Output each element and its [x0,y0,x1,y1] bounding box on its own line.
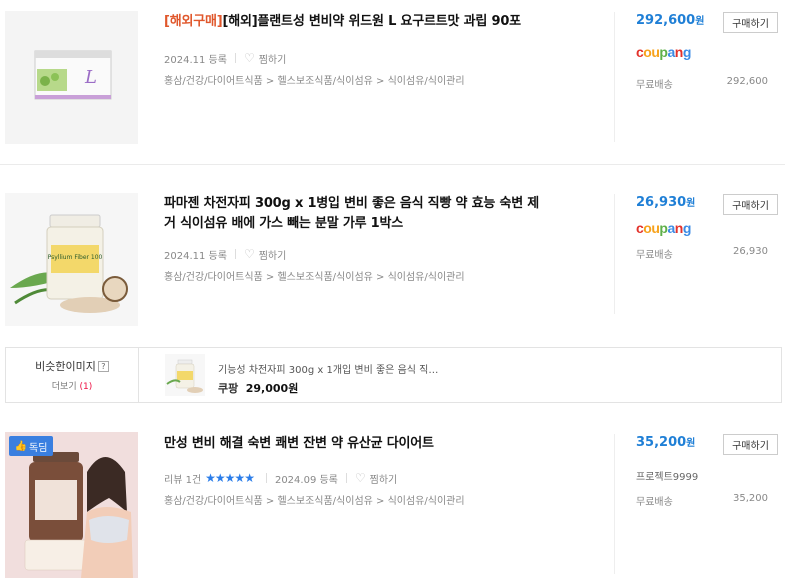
product-meta: 2024.11 등록 ♡ 찜하기 [164,246,584,262]
coupang-logo[interactable]: coupang [636,220,784,236]
shipping-label: 무료배송 [636,80,673,91]
product-image[interactable]: 👍 독딤 [5,432,138,578]
buy-button[interactable]: 구매하기 [723,194,778,215]
similar-images-label: 비슷한이미지 ? 더보기 (1) [6,348,139,402]
price-panel: 292,600원 구매하기 coupang 무료배송 292,600 [614,12,784,142]
shipping-row: 무료배송 26,930 [636,246,784,261]
product-meta: 리뷰 1건 ★★★★★ 2024.09 등록 ♡ 찜하기 [164,470,584,486]
product-meta: 2024.11 등록 ♡ 찜하기 [164,50,584,66]
category-path: 홍삼/건강/다이어트식품 > 헬스보조식품/식이섬유 > 식이섬유/식이관리 [164,272,465,283]
price-panel: 26,930원 구매하기 coupang 무료배송 26,930 [614,194,784,314]
similar-item[interactable]: 기능성 차전자피 300g x 1개입 변비 좋은 음식 직… 쿠팡 29,00… [218,361,458,396]
similar-item-price: 쿠팡 29,000원 [218,380,458,396]
product-title[interactable]: 파마젠 차전자피 300g x 1병입 변비 좋은 음식 직빵 약 효능 숙변 … [164,194,584,234]
product-title[interactable]: 만성 변비 해결 숙변 쾌변 잔변 약 유산균 다이어트 [164,434,584,454]
jar-label: Psyllium Fiber 100 [48,254,103,261]
overseas-tag: [해외구매] [164,14,223,29]
similar-item-image[interactable] [165,354,205,396]
register-date: 2024.11 등록 [164,54,227,66]
svg-text:L: L [84,67,97,88]
heart-icon[interactable]: ♡ [355,471,366,485]
category-path: 홍삼/건강/다이어트식품 > 헬스보조식품/식이섬유 > 식이섬유/식이관리 [164,76,465,87]
similar-images-panel: 비슷한이미지 ? 더보기 (1) 기능성 차전자피 300g x 1개입 변비 … [5,347,782,403]
wish-label[interactable]: 찜하기 [370,471,398,486]
shipping-price: 35,200 [733,493,768,504]
shipping-label: 무료배송 [636,497,673,508]
divider [345,473,347,483]
wish-label[interactable]: 찜하기 [259,51,287,66]
featured-badge: 👍 독딤 [9,436,53,456]
help-icon[interactable]: ? [97,360,109,372]
jar-thumbnail [166,359,203,393]
similar-title: 비슷한이미지 [35,360,96,373]
divider [0,164,785,165]
buy-button[interactable]: 구매하기 [723,434,778,455]
review-count[interactable]: 리뷰 1건 [164,471,201,486]
more-link[interactable]: 더보기 (1) [52,379,92,392]
similar-item-shop: 쿠팡 [218,382,239,395]
product-item: 👍 독딤 만성 변비 해결 숙변 쾌변 잔변 약 유산균 다이어트 리뷰 1건 ★… [0,420,801,578]
buy-button[interactable]: 구매하기 [723,12,778,33]
shipping-label: 무료배송 [636,250,673,261]
product-info: [해외구매][해외]플랜트성 변비약 위드원 L 요구르트맛 과립 90포 20… [164,12,584,87]
register-date: 2024.11 등록 [164,250,227,262]
product-box-illustration: L [34,50,112,100]
product-image[interactable]: Psyllium Fiber 100 [5,193,138,326]
store-name[interactable]: 프로젝트9999 [636,468,784,483]
shipping-price: 292,600 [726,76,768,87]
shipping-row: 무료배송 292,600 [636,76,784,91]
divider [265,473,267,483]
product-item: Psyllium Fiber 100 파마젠 차전자피 300g x 1병입 변… [0,182,801,332]
product-image[interactable]: L [5,11,138,144]
rating-stars: ★★★★★ [205,471,255,485]
register-date: 2024.09 등록 [274,474,338,486]
product-item: L [해외구매][해외]플랜트성 변비약 위드원 L 요구르트맛 과립 90포 … [0,0,801,165]
divider [234,249,236,259]
category-path: 홍삼/건강/다이어트식품 > 헬스보조식품/식이섬유 > 식이섬유/식이관리 [164,496,465,507]
divider [234,53,236,63]
similar-item-name[interactable]: 기능성 차전자피 300g x 1개입 변비 좋은 음식 직… [218,361,458,376]
wish-label[interactable]: 찜하기 [259,247,287,262]
price-panel: 35,200원 구매하기 프로젝트9999 무료배송 35,200 [614,434,784,574]
hand-icon: 👍 [14,440,28,452]
shipping-price: 26,930 [733,246,768,257]
shipping-row: 무료배송 35,200 [636,493,784,508]
heart-icon[interactable]: ♡ [244,247,255,261]
heart-icon[interactable]: ♡ [244,51,255,65]
product-title[interactable]: [해외구매][해외]플랜트성 변비약 위드원 L 요구르트맛 과립 90포 [164,12,584,32]
psyllium-jar-illustration: Psyllium Fiber 100 [10,214,128,313]
product-info: 만성 변비 해결 숙변 쾌변 잔변 약 유산균 다이어트 리뷰 1건 ★★★★★… [164,434,584,507]
product-info: 파마젠 차전자피 300g x 1병입 변비 좋은 음식 직빵 약 효능 숙변 … [164,194,584,283]
coupang-logo[interactable]: coupang [636,44,784,60]
similar-item-amount: 29,000원 [245,382,299,395]
